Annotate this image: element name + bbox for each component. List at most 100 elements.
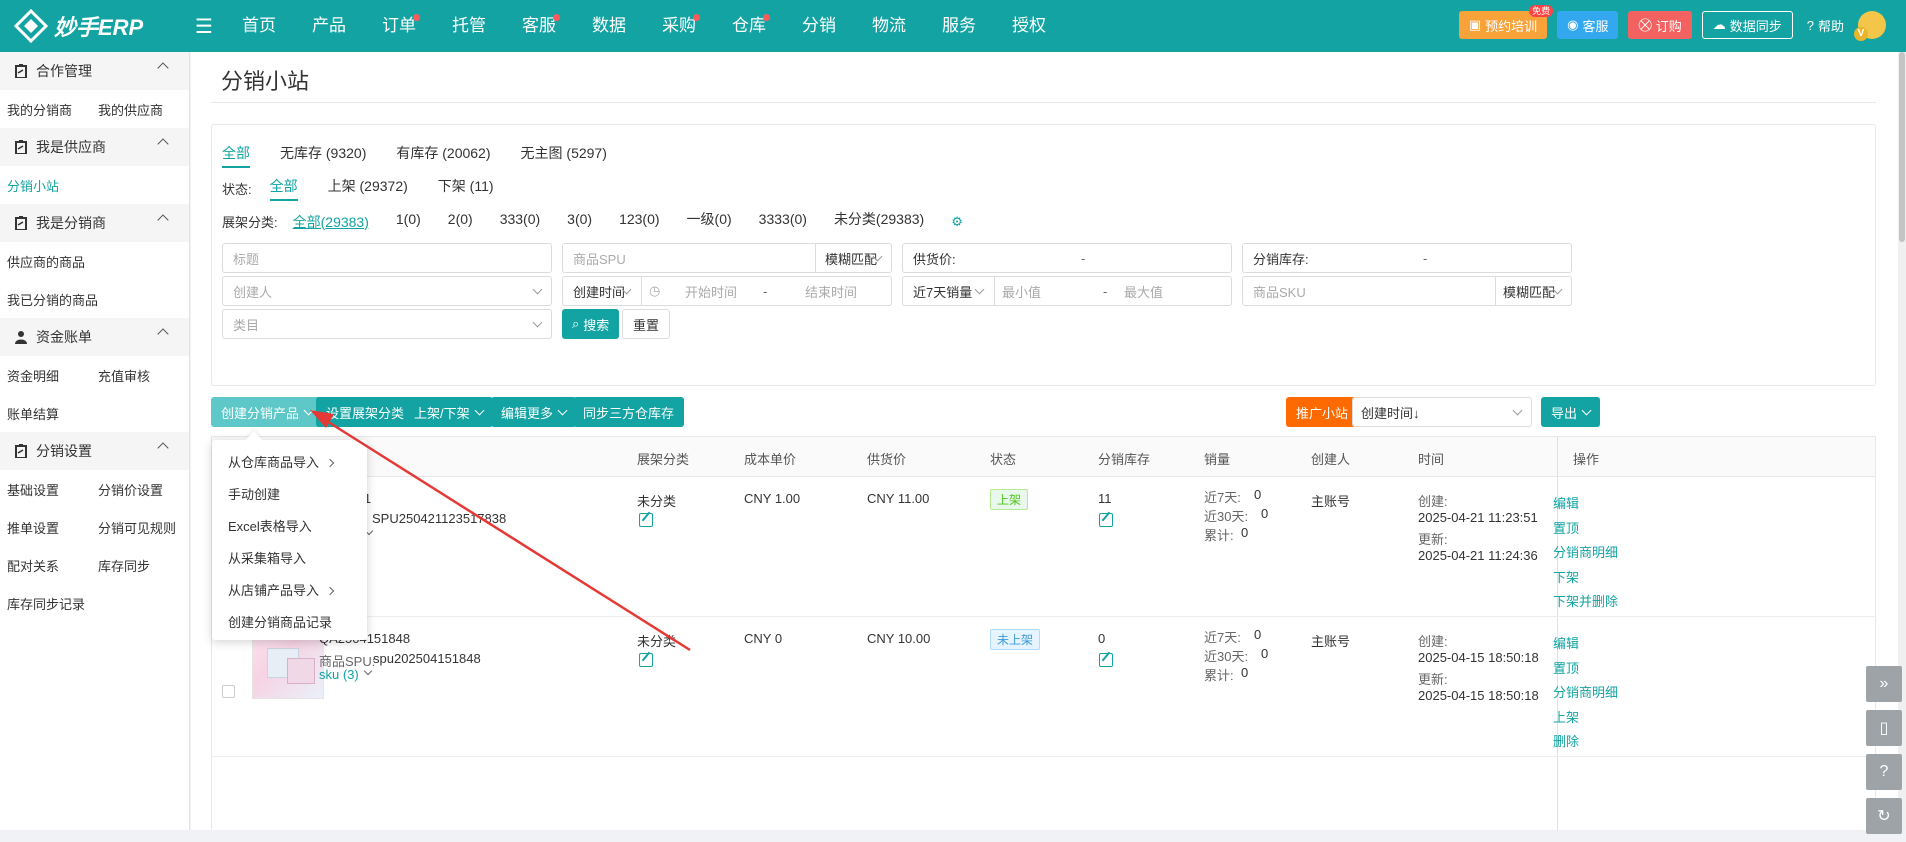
title-input[interactable]: 标题 (222, 243, 552, 273)
nav-item[interactable]: 托管 (434, 0, 504, 52)
dropdown-item[interactable]: Excel表格导入 (228, 516, 312, 535)
supply-price-range[interactable]: 供货价: - (902, 243, 1232, 273)
help-button[interactable]: ? 帮助 (1803, 11, 1848, 39)
row-action-link[interactable]: 分销商明细 (1553, 542, 1618, 561)
double-chevron-right-icon[interactable]: » (1866, 666, 1902, 702)
spu-input[interactable]: 商品SPU 模糊匹配 (562, 243, 892, 273)
filter-tab[interactable]: 无库存 (9320) (280, 143, 366, 168)
edit-icon[interactable] (1099, 653, 1113, 667)
dist-stock-range[interactable]: 分销库存: - (1242, 243, 1572, 273)
promote-site-button[interactable]: 推广小站 (1286, 397, 1359, 427)
sync-third-party-stock-button[interactable]: 同步三方仓库存 (573, 397, 685, 427)
nav-item[interactable]: 首页 (224, 0, 294, 52)
user-avatar[interactable]: V (1854, 11, 1886, 41)
edit-icon[interactable] (639, 513, 653, 527)
filter-tab[interactable]: 未分类(29383) (834, 209, 924, 234)
search-button[interactable]: ⌕ 搜索 (562, 309, 620, 339)
row-checkbox[interactable] (222, 685, 235, 698)
sidebar-item[interactable]: 账单结算 (7, 404, 99, 423)
dropdown-item[interactable]: 创建分销商品记录 (228, 612, 332, 631)
sku-match-select[interactable]: 模糊匹配 (1503, 282, 1555, 301)
sidebar-section[interactable]: 资金账单 (0, 318, 189, 356)
training-button[interactable]: ▣ 预约培训 免费 (1458, 5, 1554, 39)
edit-icon[interactable] (1099, 513, 1113, 527)
nav-item[interactable]: 分销 (784, 0, 854, 52)
filter-tab[interactable]: 无主图 (5297) (521, 143, 607, 168)
sidebar-item[interactable]: 充值审核 (98, 366, 189, 385)
filter-tab[interactable]: 2(0) (448, 211, 473, 232)
row-action-link[interactable]: 编辑 (1553, 633, 1579, 652)
menu-toggle-icon[interactable]: ☰ (190, 14, 218, 39)
sidebar-item[interactable]: 我已分销的商品 (7, 290, 99, 309)
sidebar-item[interactable]: 库存同步 (98, 556, 189, 575)
start-time-input[interactable]: 开始时间 (685, 282, 737, 301)
edit-icon[interactable] (639, 653, 653, 667)
filter-tab[interactable]: 上架 (29372) (328, 176, 408, 201)
sidebar-item[interactable]: 资金明细 (7, 366, 98, 385)
sales-period-select[interactable]: 近7天销量 (903, 282, 972, 301)
filter-tab[interactable]: 3(0) (567, 211, 592, 232)
app-logo[interactable]: 妙手ERP (0, 9, 190, 43)
dropdown-item[interactable]: 从店铺产品导入 (228, 580, 335, 599)
create-dist-product-button[interactable]: 创建分销产品 (211, 397, 323, 427)
sidebar-section[interactable]: 我是供应商 (0, 128, 189, 166)
creator-select[interactable]: 创建人 (222, 276, 552, 306)
row-action-link[interactable]: 分销商明细 (1553, 682, 1618, 701)
reset-button[interactable]: 重置 (622, 309, 671, 339)
sales-range[interactable]: 近7天销量 最小值 - 最大值 (902, 276, 1232, 306)
sidebar-item[interactable]: 供应商的商品 (7, 252, 99, 271)
sku-input[interactable]: 商品SKU 模糊匹配 (1242, 276, 1572, 306)
row-action-link[interactable]: 置顶 (1553, 658, 1579, 677)
export-button[interactable]: 导出 (1541, 397, 1601, 427)
filter-tab[interactable]: 全部 (222, 143, 250, 168)
sidebar-item[interactable]: 配对关系 (7, 556, 98, 575)
sidebar-item[interactable]: 分销小站 (7, 176, 99, 195)
sidebar-section[interactable]: 我是分销商 (0, 204, 189, 242)
nav-item[interactable]: 产品 (294, 0, 364, 52)
dropdown-item[interactable]: 从仓库商品导入 (228, 452, 335, 471)
dropdown-item[interactable]: 从采集箱导入 (228, 548, 306, 567)
time-range[interactable]: 创建时间 ◷ 开始时间 - 结束时间 (562, 276, 892, 306)
category-select[interactable]: 类目 (222, 309, 552, 339)
help-doc-icon[interactable]: ? (1866, 754, 1902, 790)
nav-item[interactable]: 物流 (854, 0, 924, 52)
sidebar-item[interactable]: 分销可见规则 (98, 518, 189, 537)
scrollbar-thumb[interactable] (1899, 52, 1905, 242)
time-type-select[interactable]: 创建时间 (563, 282, 625, 301)
sidebar-item[interactable]: 推单设置 (7, 518, 98, 537)
nav-item[interactable]: 客服 (504, 0, 574, 52)
max-input[interactable]: 最大值 (1124, 282, 1163, 301)
row-action-link[interactable]: 删除 (1553, 731, 1579, 750)
nav-item[interactable]: 采购 (644, 0, 714, 52)
nav-item[interactable]: 数据 (574, 0, 644, 52)
sku-toggle[interactable]: sku (3) (319, 667, 359, 682)
filter-tab[interactable]: 下架 (11) (438, 176, 494, 201)
sidebar-item[interactable]: 我的分销商 (7, 100, 98, 119)
filter-tab[interactable]: 有库存 (20062) (396, 143, 490, 168)
edit-more-button[interactable]: 编辑更多 (491, 397, 577, 427)
row-action-link[interactable]: 下架 (1553, 567, 1579, 586)
sidebar-item[interactable]: 基础设置 (7, 480, 98, 499)
sidebar-section[interactable]: 分销设置 (0, 432, 189, 470)
refresh-icon[interactable]: ↻ (1866, 798, 1902, 834)
row-action-link[interactable]: 上架 (1553, 707, 1579, 726)
spu-match-select[interactable]: 模糊匹配 (825, 249, 877, 268)
data-sync-button[interactable]: ☁ 数据同步 (1701, 11, 1793, 39)
end-time-input[interactable]: 结束时间 (805, 282, 857, 301)
sidebar-item[interactable]: 分销价设置 (98, 480, 189, 499)
row-action-link[interactable]: 置顶 (1553, 518, 1579, 537)
filter-tab[interactable]: 333(0) (500, 211, 540, 232)
sidebar-item[interactable]: 我的供应商 (98, 100, 189, 119)
order-button[interactable]: ⛒ 订购 (1628, 11, 1692, 39)
nav-item[interactable]: 授权 (994, 0, 1064, 52)
row-action-link[interactable]: 编辑 (1553, 493, 1579, 512)
min-input[interactable]: 最小值 (1002, 282, 1041, 301)
gear-icon[interactable]: ⚙ (951, 214, 963, 230)
sidebar-item[interactable]: 库存同步记录 (7, 594, 99, 613)
nav-item[interactable]: 仓库 (714, 0, 784, 52)
mobile-icon[interactable]: ▯ (1866, 710, 1902, 746)
nav-item[interactable]: 服务 (924, 0, 994, 52)
dropdown-item[interactable]: 手动创建 (228, 484, 280, 503)
filter-tab[interactable]: 全部 (269, 176, 298, 201)
filter-tab[interactable]: 3333(0) (759, 211, 807, 232)
